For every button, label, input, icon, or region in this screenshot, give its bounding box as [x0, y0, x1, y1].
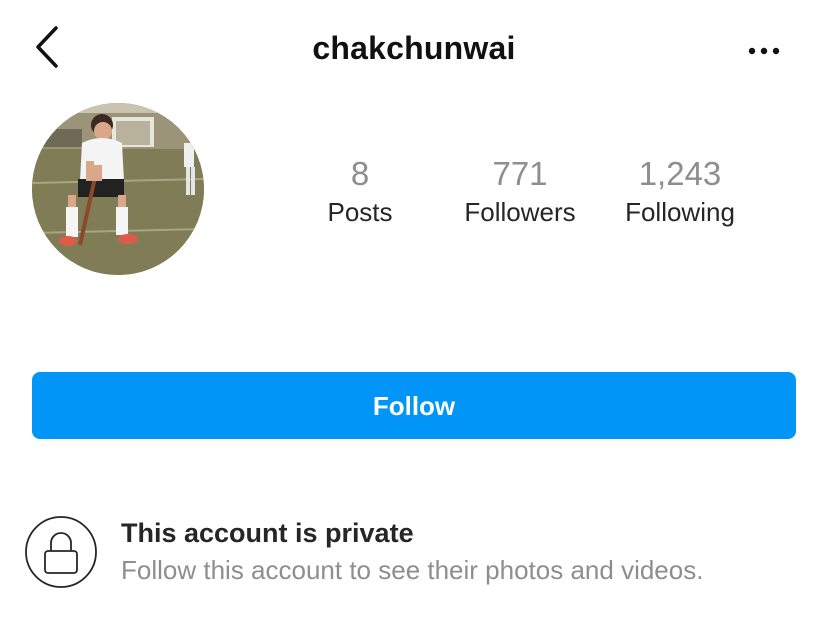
- posts-label: Posts: [327, 197, 393, 227]
- private-subtitle: Follow this account to see their photos …: [121, 555, 704, 585]
- follow-button[interactable]: Follow: [32, 372, 796, 439]
- following-label: Following: [625, 197, 735, 227]
- stat-followers[interactable]: 771 Followers: [450, 154, 590, 230]
- avatar[interactable]: [32, 103, 204, 275]
- followers-label: Followers: [464, 197, 576, 227]
- stat-following[interactable]: 1,243 Following: [610, 154, 750, 230]
- page-title: chakchunwai: [312, 30, 516, 66]
- private-title: This account is private: [121, 518, 414, 548]
- more-options-button[interactable]: [744, 36, 784, 66]
- followers-count: 771: [492, 155, 548, 192]
- posts-count: 8: [350, 155, 370, 192]
- avatar-photo: [32, 103, 204, 275]
- following-count: 1,243: [638, 155, 722, 192]
- profile-page: chakchunwai 8 Posts 771 Followers 1,243 …: [0, 0, 828, 629]
- stat-posts[interactable]: 8 Posts: [300, 154, 420, 230]
- header: chakchunwai: [0, 0, 828, 100]
- more-horizontal-icon: [748, 47, 780, 55]
- lock-icon: [24, 515, 98, 589]
